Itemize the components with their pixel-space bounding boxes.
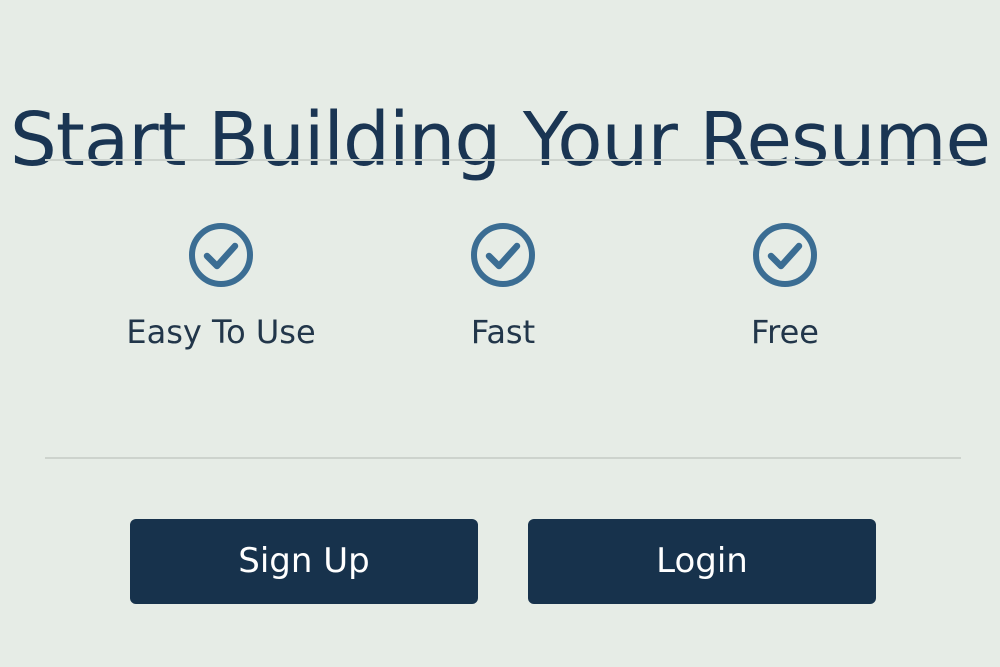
feature-label: Free [751, 313, 819, 351]
page-title: Start Building Your Resume [9, 96, 991, 183]
sign-up-button[interactable]: Sign Up [130, 519, 478, 604]
feature-label: Easy To Use [126, 313, 316, 351]
check-circle-icon [470, 222, 536, 288]
feature-label: Fast [470, 313, 536, 351]
check-circle-icon [188, 222, 254, 288]
top-divider [45, 159, 961, 161]
login-button[interactable]: Login [528, 519, 876, 604]
feature-easy-to-use: Easy To Use [71, 222, 371, 352]
feature-free: Free [635, 222, 935, 352]
feature-fast: Fast [353, 222, 653, 352]
bottom-divider [45, 457, 961, 459]
check-circle-icon [752, 222, 818, 288]
feature-list: Easy To Use Fast Free [0, 222, 1000, 362]
